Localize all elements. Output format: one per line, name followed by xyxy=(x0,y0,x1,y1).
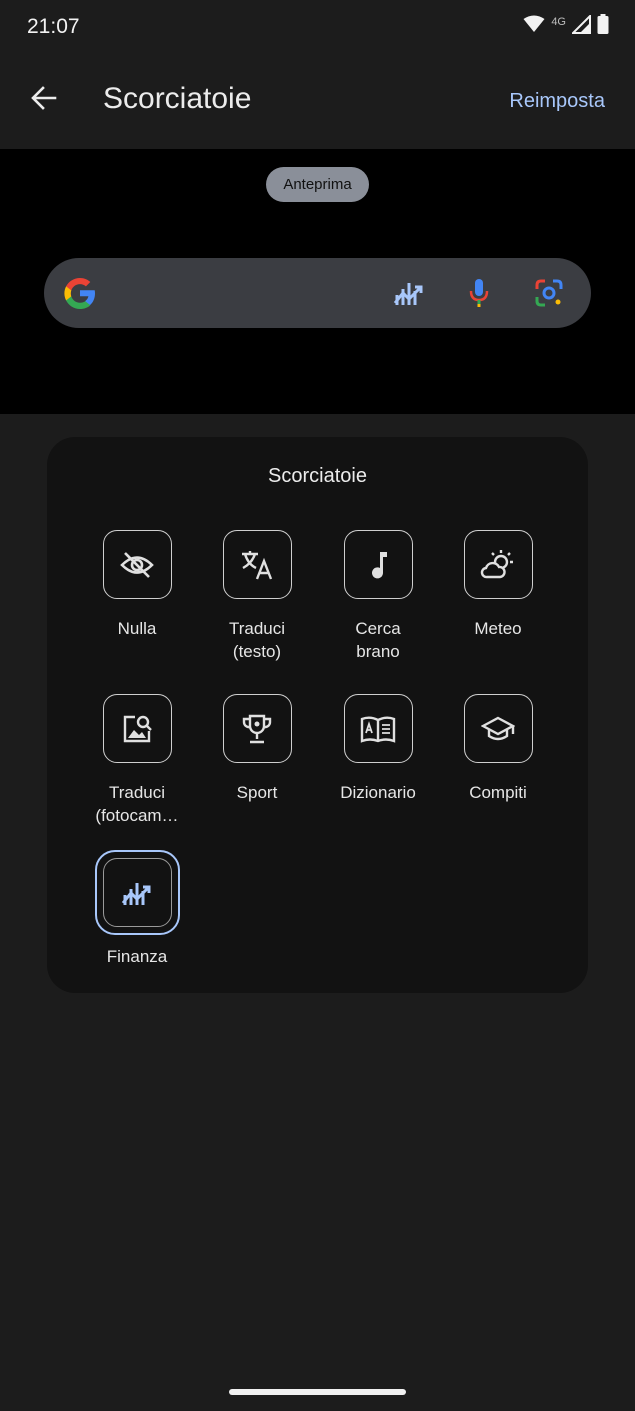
app-bar: Scorciatoie Reimposta xyxy=(0,56,635,149)
shortcut-label: Traduci (fotocam… xyxy=(95,783,179,825)
shortcut-label: Compiti xyxy=(469,783,527,802)
shortcut-nulla[interactable]: Nulla xyxy=(77,530,197,640)
signal-icon xyxy=(570,13,591,39)
shortcut-meteo[interactable]: Meteo xyxy=(438,530,558,640)
shortcut-compiti[interactable]: Compiti xyxy=(438,694,558,804)
page-title: Scorciatoie xyxy=(103,82,252,115)
shortcut-sport[interactable]: Sport xyxy=(197,694,317,804)
translate-icon xyxy=(222,530,292,599)
shortcut-label: Cerca brano xyxy=(355,619,401,661)
shortcuts-panel: Scorciatoie Nulla Traduci (testo) Cerca … xyxy=(47,437,588,993)
shortcut-label: Sport xyxy=(236,783,278,802)
status-icons: 4G xyxy=(523,13,609,39)
shortcut-dizionario[interactable]: Dizionario xyxy=(318,694,438,804)
preview-area: Anteprima xyxy=(0,149,635,414)
google-logo-icon xyxy=(62,275,98,316)
battery-icon xyxy=(597,14,609,39)
shortcut-traduci-fotocamera[interactable]: Traduci (fotocam… xyxy=(77,694,197,827)
reset-button[interactable]: Reimposta xyxy=(509,90,605,113)
finance-icon xyxy=(102,858,172,927)
shortcut-label: Dizionario xyxy=(340,783,416,802)
search-bar-preview xyxy=(44,258,591,328)
arrow-back-icon xyxy=(31,85,57,115)
dictionary-icon xyxy=(343,694,413,763)
shortcut-cerca-brano[interactable]: Cerca brano xyxy=(318,530,438,663)
status-time: 21:07 xyxy=(27,15,80,38)
shortcut-label: Nulla xyxy=(117,619,157,638)
wifi-icon xyxy=(523,15,545,38)
lens-icon[interactable] xyxy=(532,276,566,310)
status-bar: 21:07 4G xyxy=(0,0,635,56)
selection-ring xyxy=(94,850,180,935)
eye-off-icon xyxy=(102,530,172,599)
mic-icon[interactable] xyxy=(462,276,496,310)
home-indicator[interactable] xyxy=(229,1389,406,1395)
shortcut-label: Finanza xyxy=(106,947,168,966)
network-type-label: 4G xyxy=(551,15,566,28)
shortcut-finanza[interactable]: Finanza xyxy=(77,850,197,968)
finance-shortcut-icon[interactable] xyxy=(392,276,426,310)
back-button[interactable] xyxy=(22,78,66,122)
weather-icon xyxy=(463,530,533,599)
school-icon xyxy=(463,694,533,763)
shortcut-label: Traduci (testo) xyxy=(228,619,286,661)
panel-title: Scorciatoie xyxy=(268,465,367,487)
trophy-icon xyxy=(222,694,292,763)
music-note-icon xyxy=(343,530,413,599)
preview-chip: Anteprima xyxy=(266,167,369,202)
shortcut-label: Meteo xyxy=(474,619,522,638)
image-search-icon xyxy=(102,694,172,763)
shortcut-traduci-testo[interactable]: Traduci (testo) xyxy=(197,530,317,663)
